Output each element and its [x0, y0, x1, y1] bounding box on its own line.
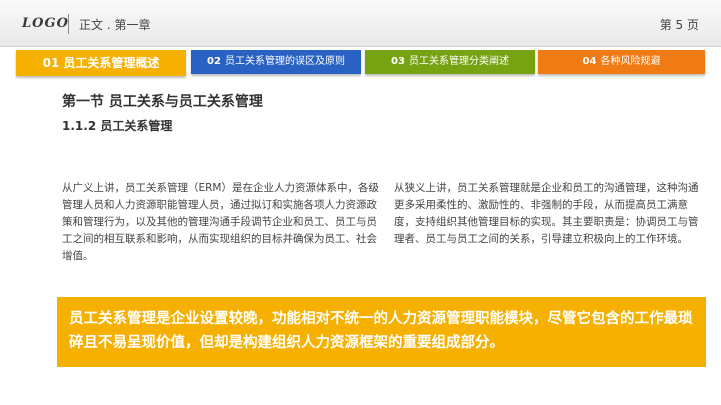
tab-label: 各种风险规避: [600, 56, 661, 67]
page-number: 第 5 页: [659, 18, 699, 32]
header-divider: [68, 14, 69, 34]
tab-risk-avoidance[interactable]: 04 各种风险规避: [538, 50, 705, 74]
highlight-callout: 员工关系管理是企业设置较晚，功能相对不统一的人力资源管理职能模块，尽管它包含的工…: [57, 297, 706, 367]
section-tabs: 01 员工关系管理概述 02 员工关系管理的误区及原则 03 员工关系管理分类阐述 0…: [16, 50, 705, 76]
tab-overview[interactable]: 01 员工关系管理概述: [16, 50, 186, 76]
section-title: 第一节 员工关系与员工关系管理: [62, 94, 263, 110]
tab-number: 01: [42, 56, 60, 70]
tab-number: 02: [207, 56, 221, 67]
broad-definition-paragraph: 从广义上讲，员工关系管理（ERM）是在企业人力资源体系中，各级管理人员和人力资源…: [62, 182, 379, 262]
chapter-label: 正文 . 第一章: [79, 18, 151, 32]
slide-header: LOGO 正文 . 第一章 第 5 页: [0, 0, 721, 47]
tab-misconceptions[interactable]: 02 员工关系管理的误区及原则: [191, 50, 361, 74]
narrow-definition-paragraph: 从狭义上讲，员工关系管理就是企业和员工的沟通管理，这种沟通更多采用柔性的、激励性…: [394, 182, 699, 245]
logo: LOGO: [22, 16, 69, 31]
tab-label: 员工关系管理概述: [63, 56, 160, 70]
tab-label: 员工关系管理分类阐述: [408, 56, 509, 67]
sub-title: 1.1.2 员工关系管理: [62, 119, 173, 133]
tab-number: 04: [582, 56, 597, 67]
tab-label: 员工关系管理的误区及原则: [224, 56, 345, 67]
tab-number: 03: [391, 56, 405, 67]
tab-classification[interactable]: 03 员工关系管理分类阐述: [365, 50, 535, 74]
